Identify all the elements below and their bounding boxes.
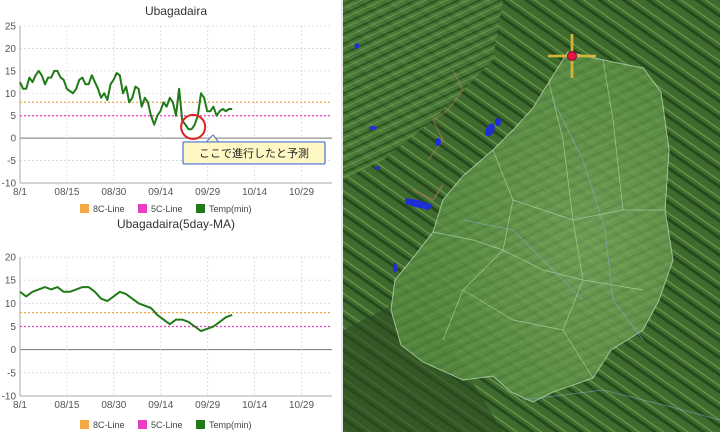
lake-6 — [354, 43, 360, 49]
x-tick-label: 08/15 — [54, 187, 79, 198]
legend-swatch — [138, 420, 147, 429]
legend-swatch — [196, 420, 205, 429]
lake-3 — [495, 118, 501, 126]
y-tick-label: 15 — [5, 66, 17, 77]
y-tick-label: 10 — [5, 299, 17, 310]
x-tick-label: 08/30 — [101, 400, 126, 411]
legend-swatch — [138, 204, 147, 213]
x-tick-label: 08/15 — [54, 400, 79, 411]
y-tick-label: 10 — [5, 89, 17, 100]
legend-label: Temp(min) — [209, 420, 252, 430]
legend-label: Temp(min) — [209, 204, 252, 214]
series-line-temp-min — [19, 69, 233, 131]
y-tick-label: -5 — [7, 156, 16, 167]
x-tick-label: 8/1 — [13, 187, 27, 198]
annotation-text: ここで進行したと予測 — [199, 146, 309, 160]
terrain-map-canvas[interactable] — [343, 0, 720, 432]
y-tick-label: 5 — [10, 111, 16, 122]
lake-5 — [369, 126, 377, 130]
terrain-map[interactable] — [343, 0, 720, 432]
x-tick-label: 09/29 — [195, 400, 220, 411]
moving-average-chart: Ubagadaira(5day-MA)20151050-5-108/1 08/15… — [2, 217, 332, 430]
series-line-temp-min — [19, 286, 233, 333]
legend-label: 5C-Line — [151, 204, 183, 214]
lake-8 — [376, 166, 380, 170]
y-tick-label: -5 — [7, 368, 16, 379]
y-tick-label: 0 — [10, 134, 16, 145]
x-tick-label: 10/14 — [242, 187, 267, 198]
y-tick-label: 20 — [5, 44, 17, 55]
chart-title: Ubagadaira(5day-MA) — [117, 217, 235, 231]
lake-4 — [435, 138, 441, 146]
legend-label: 5C-Line — [151, 420, 183, 430]
y-tick-label: 20 — [5, 253, 17, 264]
x-tick-label: 09/14 — [148, 187, 173, 198]
x-tick-label: 8/1 — [13, 400, 27, 411]
x-tick-label: 10/29 — [289, 400, 314, 411]
y-tick-label: 0 — [10, 345, 16, 356]
temperature-chart: Ubagadaira2520151050-5-108/1 08/15 08/30 09… — [2, 4, 332, 214]
legend-label: 8C-Line — [93, 204, 125, 214]
x-tick-label: 09/29 — [195, 187, 220, 198]
x-tick-label: 09/14 — [148, 400, 173, 411]
legend-swatch — [80, 420, 89, 429]
legend-swatch — [80, 204, 89, 213]
legend-swatch — [196, 204, 205, 213]
y-tick-label: 25 — [5, 22, 17, 33]
lake-7 — [393, 263, 397, 273]
y-tick-label: 5 — [10, 322, 16, 333]
legend-label: 8C-Line — [93, 420, 125, 430]
x-tick-label: 10/14 — [242, 400, 267, 411]
chart-title: Ubagadaira — [145, 4, 207, 18]
x-tick-label: 08/30 — [101, 187, 126, 198]
y-tick-label: 15 — [5, 276, 17, 287]
x-tick-label: 10/29 — [289, 187, 314, 198]
charts-panel: Ubagadaira 25 20 15 10 5 0 -5 -10 8/1 08/15 08/30 09… — [0, 0, 342, 432]
